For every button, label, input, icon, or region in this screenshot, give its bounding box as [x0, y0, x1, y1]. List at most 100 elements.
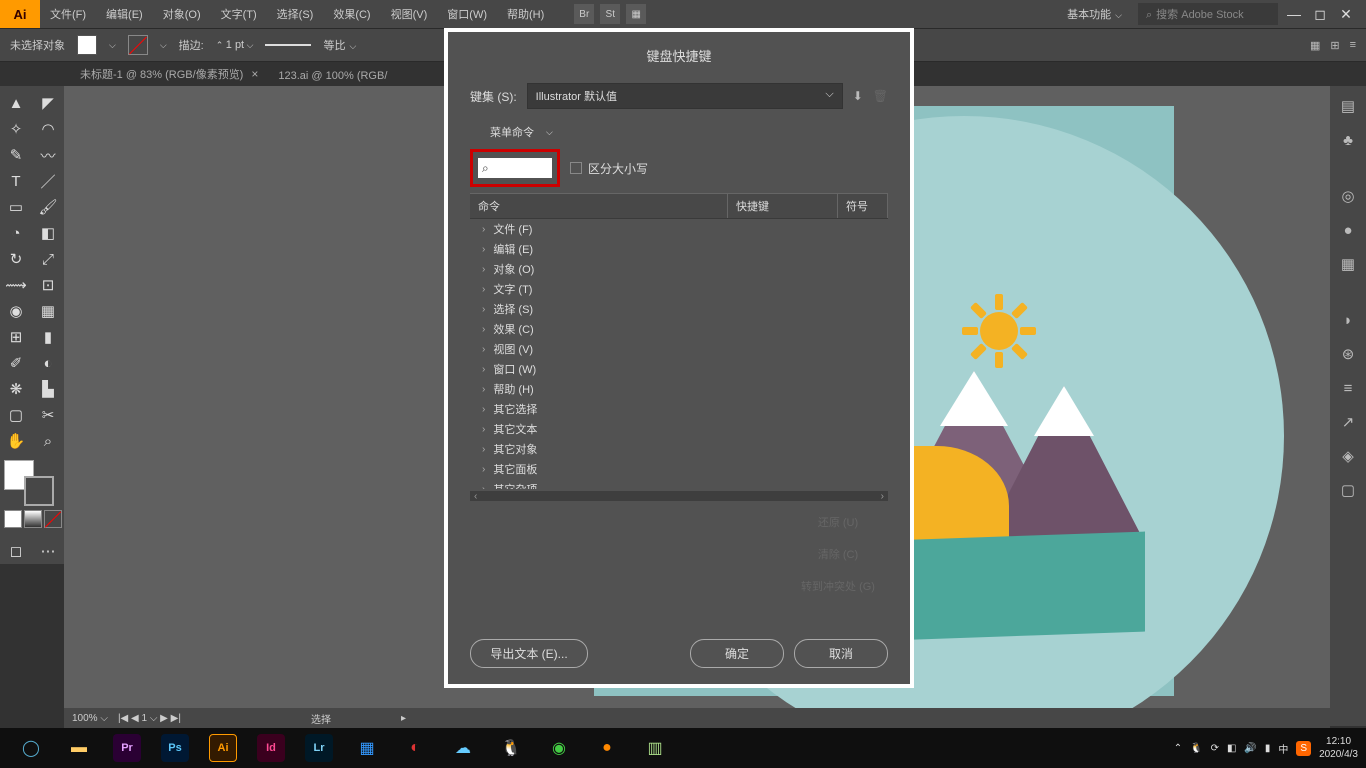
curvature-tool[interactable]: 〰: [32, 142, 64, 168]
menu-view[interactable]: 视图(V): [381, 6, 438, 22]
type-tool[interactable]: T: [0, 168, 32, 194]
cmd-item[interactable]: ›编辑 (E): [470, 239, 888, 259]
artboard-nav[interactable]: |◀ ◀ 1 ⌵ ▶ ▶|: [118, 713, 181, 724]
layers-panel-icon[interactable]: ◈: [1336, 444, 1360, 468]
artboards-panel-icon[interactable]: ▢: [1336, 478, 1360, 502]
symbols-panel-icon[interactable]: ⊛: [1336, 342, 1360, 366]
edit-toolbar[interactable]: ⋯: [32, 538, 64, 564]
perspective-tool[interactable]: ▦: [32, 298, 64, 324]
rotate-tool[interactable]: ↻: [0, 246, 32, 272]
color-panel-icon[interactable]: ●: [1336, 218, 1360, 242]
horizontal-scrollbar[interactable]: [470, 491, 888, 501]
mesh-tool[interactable]: ⊞: [0, 324, 32, 350]
stroke-panel-icon[interactable]: ≡: [1336, 376, 1360, 400]
cmd-item[interactable]: ›帮助 (H): [470, 379, 888, 399]
screen-mode[interactable]: ◻: [0, 538, 32, 564]
graph-tool[interactable]: ▙: [32, 376, 64, 402]
save-set-icon[interactable]: ⬇: [853, 89, 863, 103]
cmd-item[interactable]: ›其它文本: [470, 419, 888, 439]
cmd-item[interactable]: ›文件 (F): [470, 219, 888, 239]
eraser-tool[interactable]: ◧: [32, 220, 64, 246]
cmd-item[interactable]: ›其它杂项: [470, 479, 888, 489]
free-transform-tool[interactable]: ⊡: [32, 272, 64, 298]
cmd-item[interactable]: ›效果 (C): [470, 319, 888, 339]
zoom-level[interactable]: 100% ⌵: [72, 713, 108, 724]
app-icon-1[interactable]: ▦: [344, 731, 390, 765]
menu-type[interactable]: 文字(T): [211, 6, 267, 22]
selection-tool[interactable]: ▲: [0, 90, 32, 116]
tray-ime-icon[interactable]: 中: [1278, 741, 1288, 756]
arrange-icon[interactable]: ▦: [626, 4, 646, 24]
color-mode-none[interactable]: [44, 510, 62, 528]
menu-select[interactable]: 选择(S): [267, 6, 324, 22]
system-tray[interactable]: ⌃ 🐧 ⟳ ◧ 🔊 ▮ 中 S 12:10 2020/4/3: [1174, 735, 1358, 761]
slice-tool[interactable]: ✂: [32, 402, 64, 428]
maximize-button[interactable]: ◻: [1310, 6, 1330, 23]
tray-sync-icon[interactable]: ⟳: [1211, 743, 1219, 754]
shape-builder-tool[interactable]: ◉: [0, 298, 32, 324]
cmd-item[interactable]: ›选择 (S): [470, 299, 888, 319]
illustrator-icon[interactable]: Ai: [200, 731, 246, 765]
gradient-tool[interactable]: ▮: [32, 324, 64, 350]
magic-wand-tool[interactable]: ✧: [0, 116, 32, 142]
uniform-dropdown[interactable]: 等比: [323, 37, 356, 53]
cmd-item[interactable]: ›视图 (V): [470, 339, 888, 359]
lasso-tool[interactable]: ◠: [32, 116, 64, 142]
taskbar-clock[interactable]: 12:10 2020/4/3: [1319, 735, 1358, 761]
notepad-icon[interactable]: ▥: [632, 731, 678, 765]
minimize-button[interactable]: —: [1284, 6, 1304, 22]
command-type-dropdown[interactable]: 菜单命令: [482, 121, 888, 143]
transform-icon[interactable]: ⊞: [1330, 39, 1339, 52]
col-command[interactable]: 命令: [470, 194, 728, 218]
shaper-tool[interactable]: ◔: [0, 220, 32, 246]
color-mode-gradient[interactable]: [24, 510, 42, 528]
stock-search[interactable]: ⌕搜索 Adobe Stock: [1138, 3, 1278, 25]
app-icon-4[interactable]: ●: [584, 731, 630, 765]
swatches-panel-icon[interactable]: ▦: [1336, 252, 1360, 276]
scale-tool[interactable]: ⤢: [32, 246, 64, 272]
doc-tab-1[interactable]: 未标题-1 @ 83% (RGB/像素预览)×: [70, 62, 268, 86]
close-icon[interactable]: ×: [251, 67, 258, 81]
cancel-button[interactable]: 取消: [794, 639, 888, 668]
menu-object[interactable]: 对象(O): [153, 6, 211, 22]
delete-set-icon[interactable]: 🗑: [873, 89, 888, 103]
doc-tab-2[interactable]: 123.ai @ 100% (RGB/: [268, 66, 397, 86]
width-tool[interactable]: ⟿: [0, 272, 32, 298]
fill-swatch[interactable]: [77, 35, 97, 55]
app-icon-3[interactable]: ☁: [440, 731, 486, 765]
align-icon[interactable]: ▦: [1310, 39, 1320, 52]
premiere-icon[interactable]: Pr: [104, 731, 150, 765]
app-icon-2[interactable]: ◐: [392, 731, 438, 765]
tray-qq-icon[interactable]: 🐧: [1190, 743, 1202, 754]
zoom-tool[interactable]: ⌕: [32, 428, 64, 454]
menu-help[interactable]: 帮助(H): [497, 6, 554, 22]
tray-chevron-icon[interactable]: ⌃: [1174, 743, 1182, 754]
indesign-icon[interactable]: Id: [248, 731, 294, 765]
eyedropper-tool[interactable]: ✐: [0, 350, 32, 376]
menu-window[interactable]: 窗口(W): [437, 6, 497, 22]
bridge-icon[interactable]: Br: [574, 4, 594, 24]
pen-tool[interactable]: ✎: [0, 142, 32, 168]
stroke-swatch[interactable]: [128, 35, 148, 55]
rectangle-tool[interactable]: ▭: [0, 194, 32, 220]
artboard-tool[interactable]: ▢: [0, 402, 32, 428]
explorer-icon[interactable]: ▬: [56, 731, 102, 765]
shortcut-search-input[interactable]: [478, 158, 552, 178]
photoshop-icon[interactable]: Ps: [152, 731, 198, 765]
lightroom-icon[interactable]: Lr: [296, 731, 342, 765]
stock-icon[interactable]: St: [600, 4, 620, 24]
close-button[interactable]: ✕: [1336, 6, 1356, 23]
brushes-panel-icon[interactable]: ◗: [1336, 308, 1360, 332]
cc-panel-icon[interactable]: ◎: [1336, 184, 1360, 208]
cmd-item[interactable]: ›对象 (O): [470, 259, 888, 279]
color-mode-fill[interactable]: [4, 510, 22, 528]
cmd-item[interactable]: ›文字 (T): [470, 279, 888, 299]
export-panel-icon[interactable]: ↗: [1336, 410, 1360, 434]
tray-sogou-icon[interactable]: S: [1296, 741, 1311, 756]
properties-panel-icon[interactable]: ▤: [1336, 94, 1360, 118]
cmd-item[interactable]: ›其它面板: [470, 459, 888, 479]
cmd-item[interactable]: ›其它选择: [470, 399, 888, 419]
export-text-button[interactable]: 导出文本 (E)...: [470, 639, 588, 668]
blend-tool[interactable]: ◐: [32, 350, 64, 376]
keyset-dropdown[interactable]: Illustrator 默认值⌵: [527, 83, 843, 109]
